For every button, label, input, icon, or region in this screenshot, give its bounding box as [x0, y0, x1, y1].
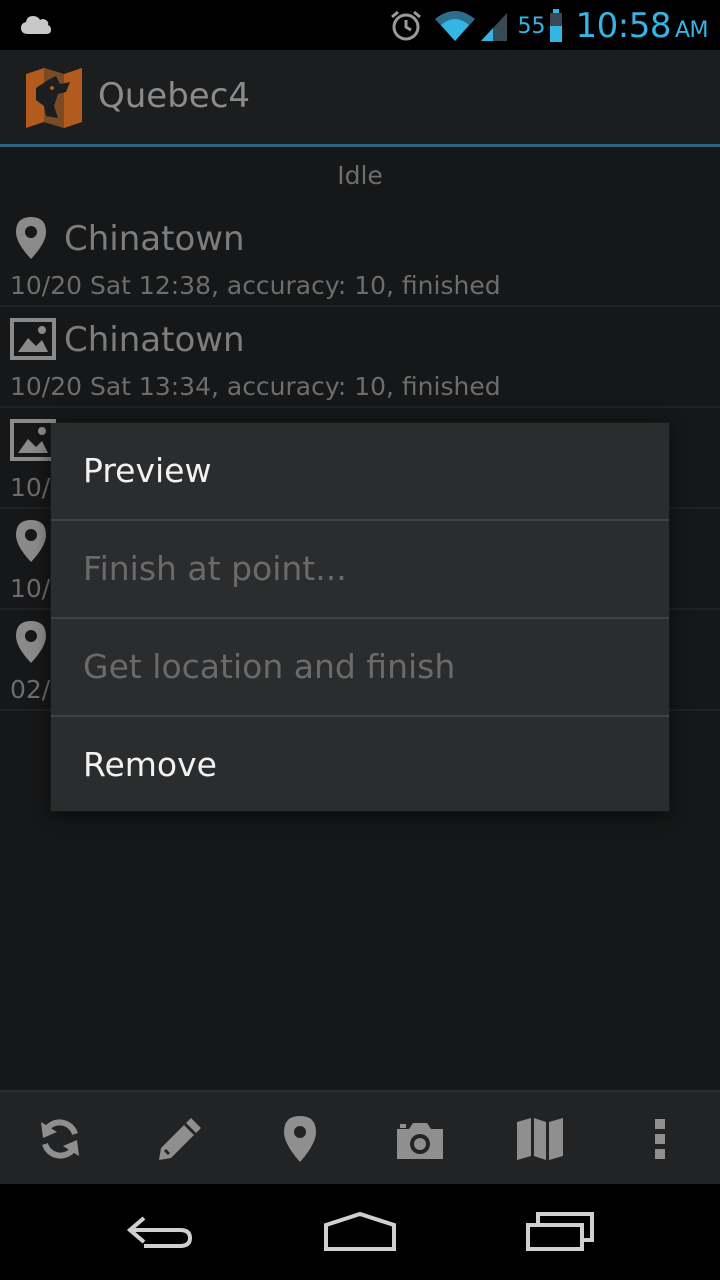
list-item-subtitle: 10/20 Sat 12:38, accuracy: 10, finished: [10, 271, 501, 300]
action-bar: Quebec4: [0, 50, 720, 147]
list-item-title: Chinatown: [64, 320, 245, 360]
menu-item-label: Preview: [83, 451, 212, 490]
menu-item-finish-at-point: Finish at point...: [51, 521, 669, 617]
alarm-icon: [389, 9, 423, 43]
location-pin-icon[interactable]: [270, 1110, 330, 1168]
navigation-bar: [0, 1184, 720, 1280]
wifi-icon: [433, 9, 477, 43]
menu-item-get-location-and-finish: Get location and finish: [51, 619, 669, 715]
recents-icon[interactable]: [510, 1210, 610, 1254]
menu-item-label: Remove: [83, 745, 217, 784]
list-item-subtitle: 10/: [10, 473, 51, 502]
battery-level: 55: [517, 13, 546, 39]
camera-icon[interactable]: [390, 1110, 450, 1168]
app-logo-icon[interactable]: [22, 66, 86, 134]
cloud-icon: [20, 12, 52, 40]
status-text: Idle: [337, 161, 383, 190]
menu-item-remove[interactable]: Remove: [51, 717, 669, 813]
picture-icon: [10, 316, 56, 362]
bottom-toolbar: [0, 1090, 720, 1186]
clock-ampm: AM: [674, 18, 709, 43]
context-menu: Preview Finish at point... Get location …: [51, 423, 669, 811]
back-icon[interactable]: [110, 1210, 210, 1254]
list-item-subtitle: 02/: [10, 675, 51, 704]
signal-icon: [479, 9, 509, 43]
refresh-icon[interactable]: [30, 1110, 90, 1168]
status-bar: 55 10:58 AM: [0, 0, 720, 50]
edit-pencil-icon[interactable]: [150, 1110, 210, 1168]
picture-icon: [10, 417, 56, 463]
menu-item-preview[interactable]: Preview: [51, 423, 669, 519]
menu-item-label: Get location and finish: [83, 647, 456, 686]
app-title: Quebec4: [98, 76, 251, 116]
list-item-title: Chinatown: [64, 219, 245, 259]
clock: 10:58 AM: [575, 6, 708, 46]
list-item-subtitle: 10/: [10, 574, 51, 603]
overflow-menu-icon[interactable]: [630, 1110, 690, 1168]
list-item-subtitle: 10/20 Sat 13:34, accuracy: 10, finished: [10, 372, 501, 401]
battery-icon: [549, 9, 563, 43]
location-pin-icon: [10, 215, 52, 261]
list-item[interactable]: Chinatown 10/20 Sat 13:34, accuracy: 10,…: [0, 306, 720, 408]
clock-time: 10:58: [575, 6, 671, 46]
map-icon[interactable]: [510, 1110, 570, 1168]
home-icon[interactable]: [310, 1210, 410, 1254]
location-pin-icon: [10, 518, 52, 564]
location-pin-icon: [10, 619, 52, 665]
status-icons: 55 10:58 AM: [389, 6, 709, 46]
list-item[interactable]: Chinatown 10/20 Sat 12:38, accuracy: 10,…: [0, 205, 720, 307]
menu-item-label: Finish at point...: [83, 549, 347, 588]
